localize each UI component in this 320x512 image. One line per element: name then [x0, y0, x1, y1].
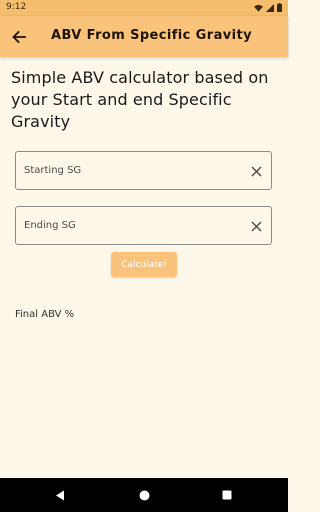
status-bar: 9:12: [0, 0, 288, 16]
clear-starting-sg-button[interactable]: [249, 164, 263, 178]
ending-sg-field[interactable]: [15, 206, 272, 245]
app-bar: ABV From Specific Gravity: [0, 16, 288, 57]
close-icon: [251, 221, 261, 231]
calculate-button[interactable]: Calculate!: [111, 252, 177, 277]
nav-back-button[interactable]: [52, 487, 68, 503]
page-title: ABV From Specific Gravity: [51, 28, 252, 43]
circle-home-icon: [139, 490, 149, 500]
status-icons: [254, 3, 282, 12]
starting-sg-input[interactable]: [24, 152, 244, 189]
nav-home-button[interactable]: [136, 487, 152, 503]
headline: Simple ABV calculator based on your Star…: [11, 68, 269, 131]
back-button[interactable]: [6, 24, 32, 50]
starting-sg-field[interactable]: [15, 151, 272, 190]
signal-icon: [266, 3, 274, 12]
square-recents-icon: [222, 490, 232, 500]
battery-icon: [277, 3, 282, 12]
ending-sg-input[interactable]: [24, 207, 244, 244]
arrow-back-icon: [12, 31, 26, 43]
triangle-back-icon: [56, 490, 64, 500]
nav-recents-button[interactable]: [219, 487, 235, 503]
clear-ending-sg-button[interactable]: [249, 219, 263, 233]
navigation-bar: [0, 478, 288, 512]
close-icon: [251, 166, 261, 176]
wifi-icon: [254, 4, 263, 12]
final-abv-label: Final ABV %: [15, 309, 75, 320]
status-time: 9:12: [6, 2, 27, 12]
